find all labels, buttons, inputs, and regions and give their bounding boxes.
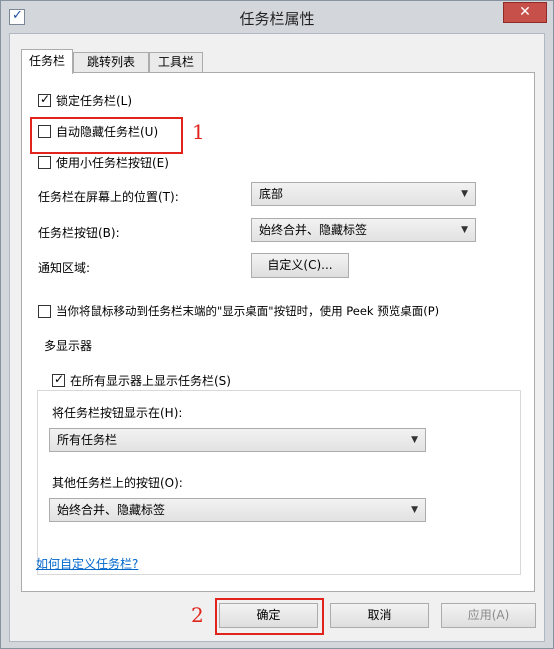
apply-button[interactable]: 应用(A) (441, 603, 536, 628)
customize-button[interactable]: 自定义(C)... (251, 253, 349, 278)
taskbar-properties-window: 任务栏属性 ✕ 任务栏 跳转列表 工具栏 锁定任务栏(L) 自动隐藏任务栏(U)… (0, 0, 554, 649)
help-link[interactable]: 如何自定义任务栏? (36, 555, 138, 572)
other-taskbar-dropdown[interactable]: 始终合并、隐藏标签 ▼ (49, 498, 426, 522)
close-button[interactable]: ✕ (503, 2, 547, 23)
chevron-down-icon: ▼ (411, 435, 418, 445)
lock-taskbar-check-box[interactable] (38, 92, 51, 107)
chevron-down-icon: ▼ (461, 189, 468, 199)
notification-area-label: 通知区域: (38, 261, 91, 275)
show-all-displays-checkbox[interactable]: 在所有显示器上显示任务栏(S) (52, 372, 231, 389)
buttons-label: 任务栏按钮(B): (38, 226, 120, 240)
show-on-label: 将任务栏按钮显示在(H): (52, 406, 183, 420)
show-on-dropdown[interactable]: 所有任务栏 ▼ (49, 428, 426, 452)
other-taskbar-value: 始终合并、隐藏标签 (57, 503, 166, 517)
window-title: 任务栏属性 (239, 10, 315, 28)
chevron-down-icon: ▼ (411, 505, 418, 515)
position-value: 底部 (259, 187, 284, 201)
tab-taskbar[interactable]: 任务栏 (21, 49, 73, 74)
buttons-dropdown[interactable]: 始终合并、隐藏标签 ▼ (251, 218, 476, 242)
small-buttons-check-box[interactable] (38, 156, 51, 169)
position-label: 任务栏在屏幕上的位置(T): (38, 190, 179, 204)
peek-check-box[interactable] (38, 304, 51, 318)
lock-taskbar-label: 锁定任务栏(L) (56, 94, 133, 108)
cancel-button[interactable]: 取消 (330, 603, 429, 628)
annotation-box-2 (215, 598, 324, 635)
peek-checkbox[interactable]: 当你将鼠标移动到任务栏末端的"显示桌面"按钮时，使用 Peek 预览桌面(P) (38, 303, 439, 319)
multi-display-title: 多显示器 (41, 337, 96, 354)
tab-jump-lists[interactable]: 跳转列表 (73, 52, 149, 73)
annotation-marker-1: 1 (192, 120, 205, 144)
title-bar: 任务栏属性 ✕ (1, 1, 553, 33)
other-taskbar-label: 其他任务栏上的按钮(O): (52, 476, 183, 490)
small-buttons-label: 使用小任务栏按钮(E) (56, 156, 169, 170)
position-dropdown[interactable]: 底部 ▼ (251, 182, 476, 206)
show-all-check-box[interactable] (52, 372, 65, 387)
lock-taskbar-checkbox[interactable]: 锁定任务栏(L) (38, 92, 132, 109)
show-all-label: 在所有显示器上显示任务栏(S) (70, 374, 231, 388)
annotation-marker-2: 2 (191, 603, 204, 627)
small-buttons-checkbox[interactable]: 使用小任务栏按钮(E) (38, 154, 169, 171)
peek-label: 当你将鼠标移动到任务栏末端的"显示桌面"按钮时，使用 Peek 预览桌面(P) (56, 304, 440, 318)
tab-toolbars[interactable]: 工具栏 (149, 52, 203, 73)
annotation-box-1 (30, 117, 183, 154)
show-on-value: 所有任务栏 (57, 433, 118, 447)
chevron-down-icon: ▼ (461, 225, 468, 235)
buttons-value: 始终合并、隐藏标签 (259, 223, 368, 237)
